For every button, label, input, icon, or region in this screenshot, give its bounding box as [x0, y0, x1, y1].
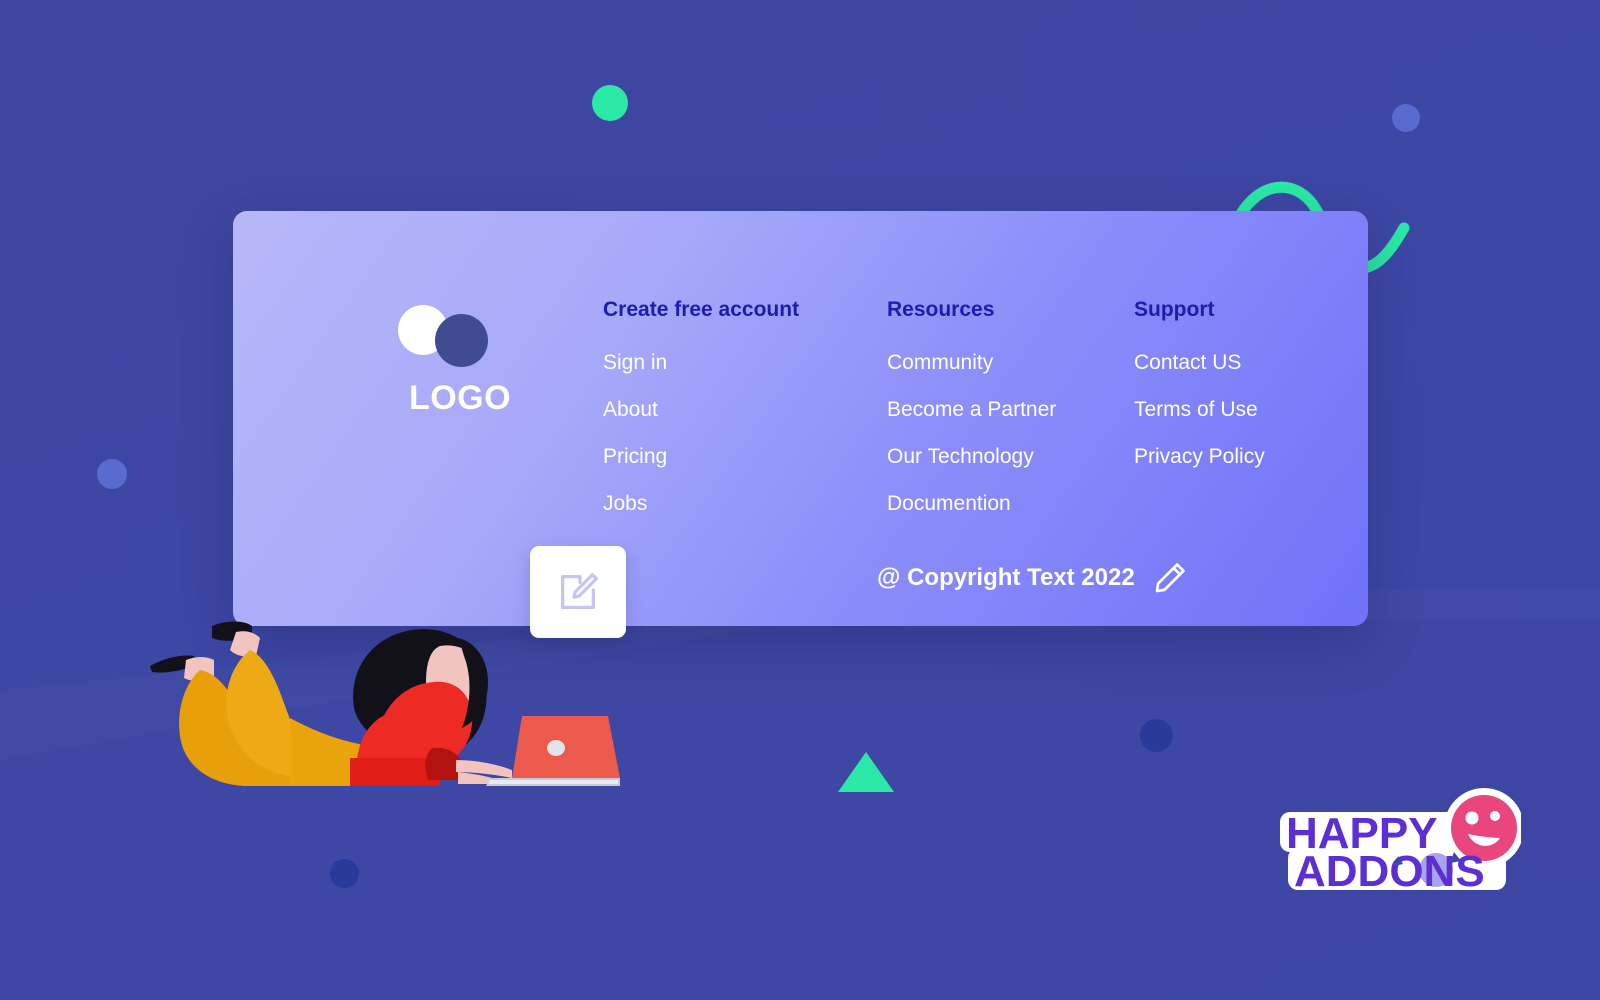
happy-addons-watermark: HAPPY ADDONS: [1280, 788, 1521, 896]
woman-lying-with-laptop-illustration: [150, 621, 620, 786]
footer-link-documention[interactable]: Documention: [887, 492, 1134, 515]
column-title: Resources: [887, 298, 995, 321]
copyright-row: @ Copyright Text 2022: [877, 559, 1189, 597]
footer-link-pricing[interactable]: Pricing: [603, 445, 887, 468]
footer-link-our-technology[interactable]: Our Technology: [887, 445, 1134, 468]
dark-dot-right: [1140, 719, 1173, 752]
column-title: Create free account: [603, 298, 800, 321]
green-dot-top: [592, 85, 628, 121]
footer-columns: Create free account Sign in About Pricin…: [603, 299, 1343, 539]
logo-block[interactable]: LOGO: [370, 305, 550, 418]
dark-dot-bottom-left: [330, 859, 359, 888]
footer-column-support: Support Contact US Terms of Use Privacy …: [1134, 299, 1344, 539]
logo-text: LOGO: [408, 379, 512, 417]
footer-column-create-free-account: Create free account Sign in About Pricin…: [603, 299, 887, 539]
column-title: Support: [1134, 298, 1215, 321]
page-root: LOGO Create free account Sign in About P…: [0, 0, 1600, 1000]
triangle-shape: [838, 752, 894, 792]
logo-circle-dark-icon: [434, 314, 488, 367]
footer-link-about[interactable]: About: [603, 398, 887, 421]
svg-text:ADDONS: ADDONS: [1294, 847, 1485, 896]
light-dot-left: [97, 459, 127, 489]
footer-card: LOGO Create free account Sign in About P…: [233, 211, 1368, 626]
logo-mark: [397, 305, 523, 367]
footer-link-community[interactable]: Community: [887, 351, 1134, 374]
footer-column-resources: Resources Community Become a Partner Our…: [887, 299, 1134, 539]
pencil-icon[interactable]: [1151, 559, 1189, 597]
light-dot-top-right: [1392, 104, 1420, 132]
footer-link-sign-in[interactable]: Sign in: [603, 351, 887, 374]
footer-link-jobs[interactable]: Jobs: [603, 492, 887, 515]
footer-link-terms-of-use[interactable]: Terms of Use: [1134, 398, 1344, 421]
copyright-text: @ Copyright Text 2022: [877, 564, 1135, 591]
footer-link-become-a-partner[interactable]: Become a Partner: [887, 398, 1134, 421]
footer-link-contact-us[interactable]: Contact US: [1134, 351, 1344, 374]
footer-link-privacy-policy[interactable]: Privacy Policy: [1134, 445, 1344, 468]
